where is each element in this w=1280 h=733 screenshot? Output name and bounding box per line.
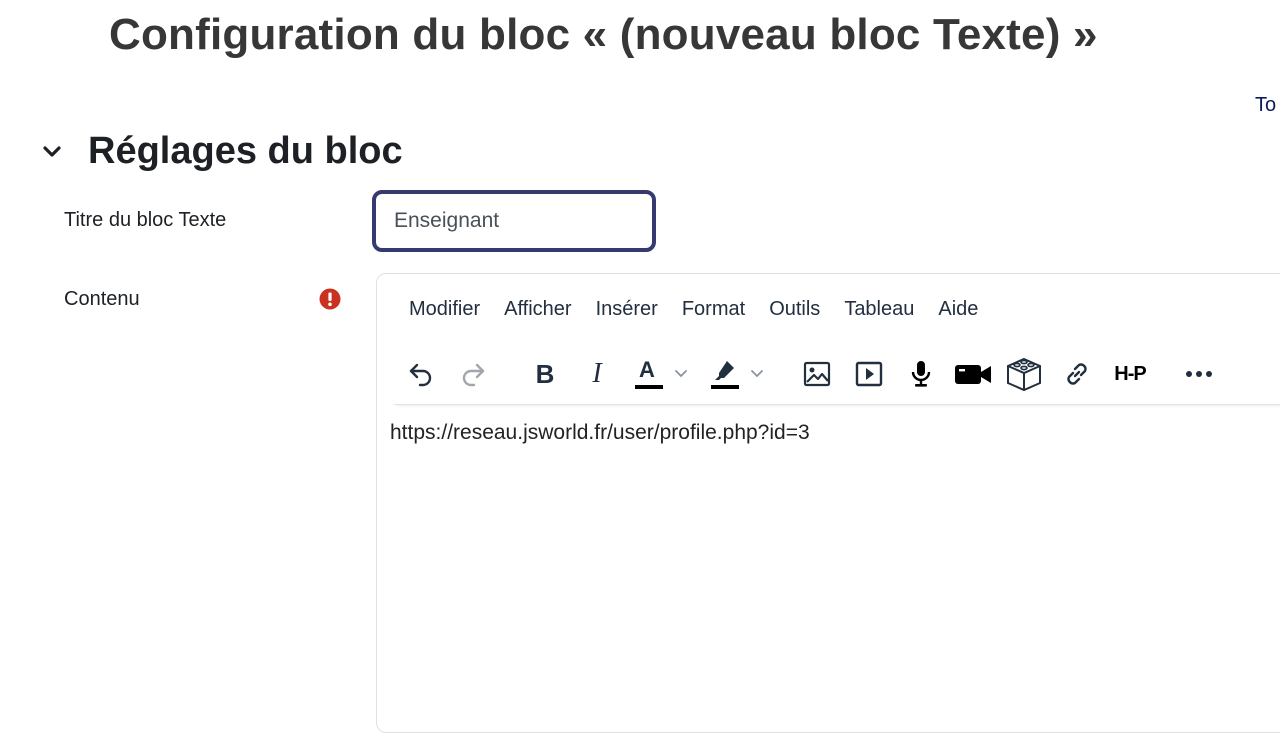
chevron-down-icon[interactable] xyxy=(38,138,66,166)
highlight-swatch xyxy=(711,385,739,389)
text-color-button[interactable]: A xyxy=(632,352,692,396)
h5p-button[interactable]: H-P xyxy=(1108,352,1152,396)
redo-icon[interactable] xyxy=(456,352,490,396)
editor-menubar: Modifier Afficher Insérer Format Outils … xyxy=(377,298,990,321)
block-title-input[interactable] xyxy=(372,190,656,252)
image-icon[interactable] xyxy=(800,352,834,396)
editor-content[interactable]: https://reseau.jsworld.fr/user/profile.p… xyxy=(390,421,810,445)
highlighter-icon xyxy=(711,357,739,391)
more-icon[interactable] xyxy=(1182,352,1216,396)
section-title: Réglages du bloc xyxy=(88,130,403,172)
link-icon[interactable] xyxy=(1060,352,1094,396)
chevron-down-icon xyxy=(751,370,763,378)
text-color-letter: A xyxy=(639,357,655,382)
section-header: Réglages du bloc xyxy=(38,130,403,173)
text-color-icon: A xyxy=(635,357,663,391)
menu-format[interactable]: Format xyxy=(682,298,745,321)
italic-button[interactable]: I xyxy=(580,352,614,396)
chevron-down-icon xyxy=(675,370,687,378)
block-title-label: Titre du bloc Texte xyxy=(64,209,227,231)
menu-modifier[interactable]: Modifier xyxy=(409,298,480,321)
page-title: Configuration du bloc « (nouveau bloc Te… xyxy=(109,10,1098,59)
content-label: Contenu xyxy=(64,288,140,310)
menu-tableau[interactable]: Tableau xyxy=(844,298,914,321)
media-icon[interactable] xyxy=(852,352,886,396)
text-color-swatch xyxy=(635,385,663,389)
microphone-icon[interactable] xyxy=(904,352,938,396)
editor-toolbar: B I A H-P xyxy=(394,348,1280,405)
highlight-button[interactable] xyxy=(708,352,768,396)
menu-inserer[interactable]: Insérer xyxy=(596,298,658,321)
menu-aide[interactable]: Aide xyxy=(938,298,978,321)
exclamation-circle-icon xyxy=(319,288,341,310)
menu-outils[interactable]: Outils xyxy=(769,298,820,321)
video-camera-icon[interactable] xyxy=(952,352,994,396)
bold-button[interactable]: B xyxy=(528,352,562,396)
rich-text-editor: Modifier Afficher Insérer Format Outils … xyxy=(376,273,1280,733)
menu-afficher[interactable]: Afficher xyxy=(504,298,571,321)
undo-icon[interactable] xyxy=(404,352,438,396)
cube-icon[interactable] xyxy=(1004,352,1044,396)
expand-all-link[interactable]: To xyxy=(1255,94,1276,117)
